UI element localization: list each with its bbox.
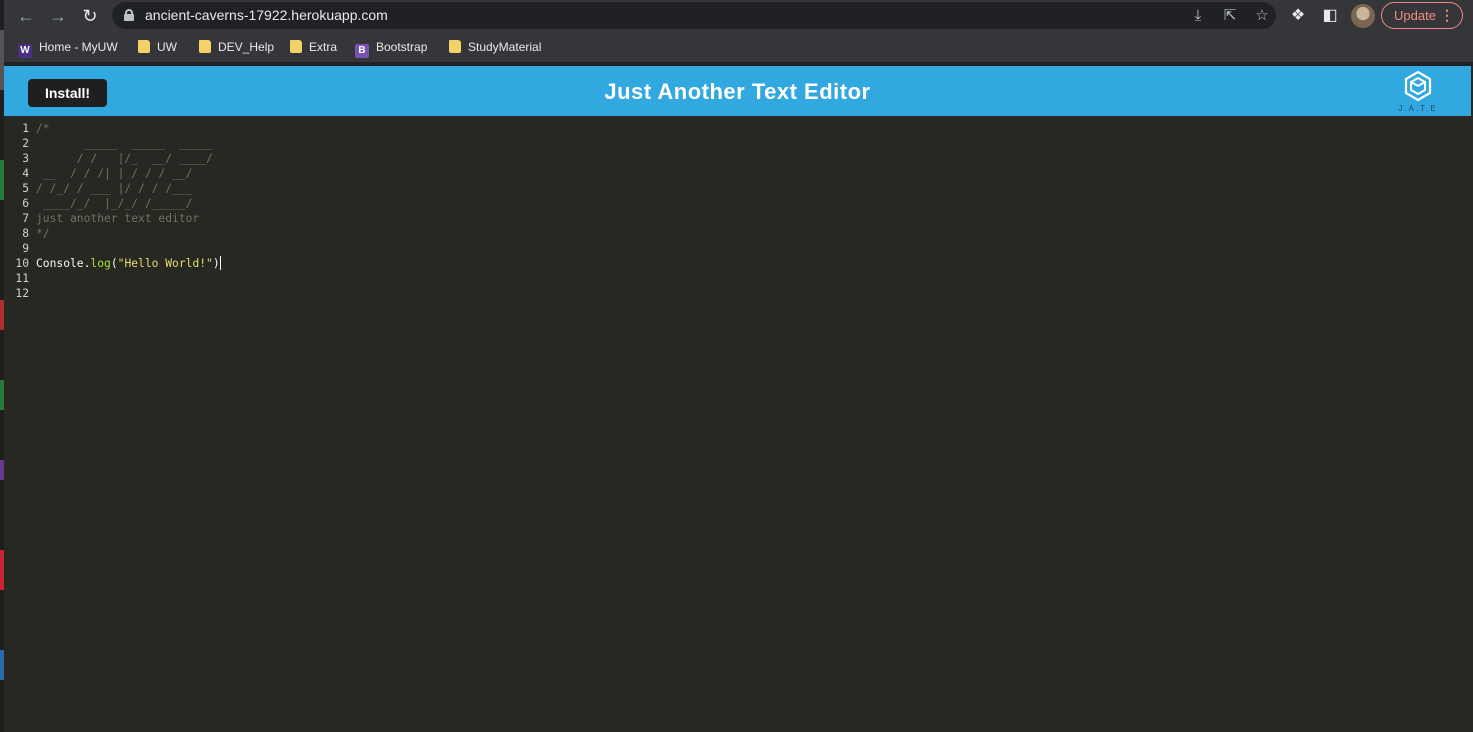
folder-icon	[138, 40, 150, 53]
bookmark-studymaterial[interactable]: StudyMaterial	[449, 39, 541, 55]
app-header: Install! Just Another Text Editor J.A.T.…	[4, 66, 1471, 116]
text-cursor	[219, 256, 221, 270]
cube-logo-icon	[1404, 70, 1432, 102]
line-code: just another text editor	[36, 212, 200, 225]
line-number: 3	[22, 152, 29, 165]
update-button[interactable]: Update ⋮	[1381, 2, 1463, 29]
uw-w-icon: W	[18, 44, 32, 58]
extensions-puzzle-icon[interactable]: ❖	[1287, 5, 1309, 27]
lock-icon[interactable]	[124, 9, 134, 21]
line-code: _____ _____ _____	[36, 137, 213, 150]
folder-icon	[449, 40, 461, 53]
jate-logo: J.A.T.E	[1390, 70, 1446, 114]
more-menu-icon[interactable]: ⋮	[1440, 3, 1454, 28]
line-number: 2	[22, 137, 29, 150]
line-code: Console.log("Hello World!")	[36, 256, 221, 271]
reload-icon[interactable]: ↻	[78, 4, 102, 28]
line-code: ____/_/ |_/_/ /_____/	[36, 197, 193, 210]
code-editor[interactable]: 1 /* 2 _____ _____ _____ 3 / / |/_ __/ __…	[4, 116, 1471, 732]
line-number: 10	[15, 257, 29, 270]
line-code: /*	[36, 122, 50, 135]
bookmark-extra[interactable]: Extra	[290, 39, 337, 55]
bookmark-bootstrap[interactable]: B Bootstrap	[355, 39, 427, 58]
install-app-icon[interactable]: ⤓	[1188, 6, 1208, 26]
bookmarks-bar: W Home - MyUW UW DEV_Help Extra B Bootstra…	[4, 32, 1473, 62]
line-code: __ / / /| | / / / __/	[36, 167, 193, 180]
bookmark-star-icon[interactable]: ☆	[1252, 6, 1272, 26]
code-paren-open: (	[110, 257, 118, 270]
line-number: 1	[22, 122, 29, 135]
code-method: log	[90, 257, 111, 270]
folder-icon	[290, 40, 302, 53]
logo-text: J.A.T.E	[1398, 104, 1438, 113]
line-code: */	[36, 227, 50, 240]
url-text: ancient-caverns-17922.herokuapp.com	[145, 7, 388, 23]
folder-icon	[199, 40, 211, 53]
line-number: 12	[15, 287, 29, 300]
bootstrap-b-icon: B	[355, 44, 369, 58]
line-code: / /_/ / ___ |/ / / /___	[36, 182, 193, 195]
back-arrow-icon[interactable]: ←	[14, 4, 38, 28]
line-number: 9	[22, 242, 29, 255]
code-paren-close: )	[212, 257, 220, 270]
browser-toolbar: ← → ↻ ancient-caverns-17922.herokuapp.co…	[4, 0, 1473, 32]
line-number: 8	[22, 227, 29, 240]
line-number: 11	[15, 272, 29, 285]
code-string: "Hello World!"	[117, 257, 213, 270]
line-number: 6	[22, 197, 29, 210]
address-bar[interactable]: ancient-caverns-17922.herokuapp.com ⤓ ⇱ …	[112, 2, 1276, 29]
update-label: Update	[1394, 8, 1436, 23]
share-icon[interactable]: ⇱	[1220, 6, 1240, 26]
line-number: 5	[22, 182, 29, 195]
line-code: / / |/_ __/ ____/	[36, 152, 213, 165]
forward-arrow-icon[interactable]: →	[46, 4, 70, 28]
bookmark-dev-help[interactable]: DEV_Help	[199, 39, 274, 55]
page-title: Just Another Text Editor	[604, 79, 871, 104]
bookmark-home-myuw[interactable]: W Home - MyUW	[18, 39, 118, 58]
line-number: 4	[22, 167, 29, 180]
side-panel-icon[interactable]: ◧	[1319, 5, 1341, 27]
code-object: Console	[36, 257, 84, 270]
bookmark-uw[interactable]: UW	[138, 39, 177, 55]
line-number: 7	[22, 212, 29, 225]
profile-avatar[interactable]	[1351, 4, 1375, 28]
